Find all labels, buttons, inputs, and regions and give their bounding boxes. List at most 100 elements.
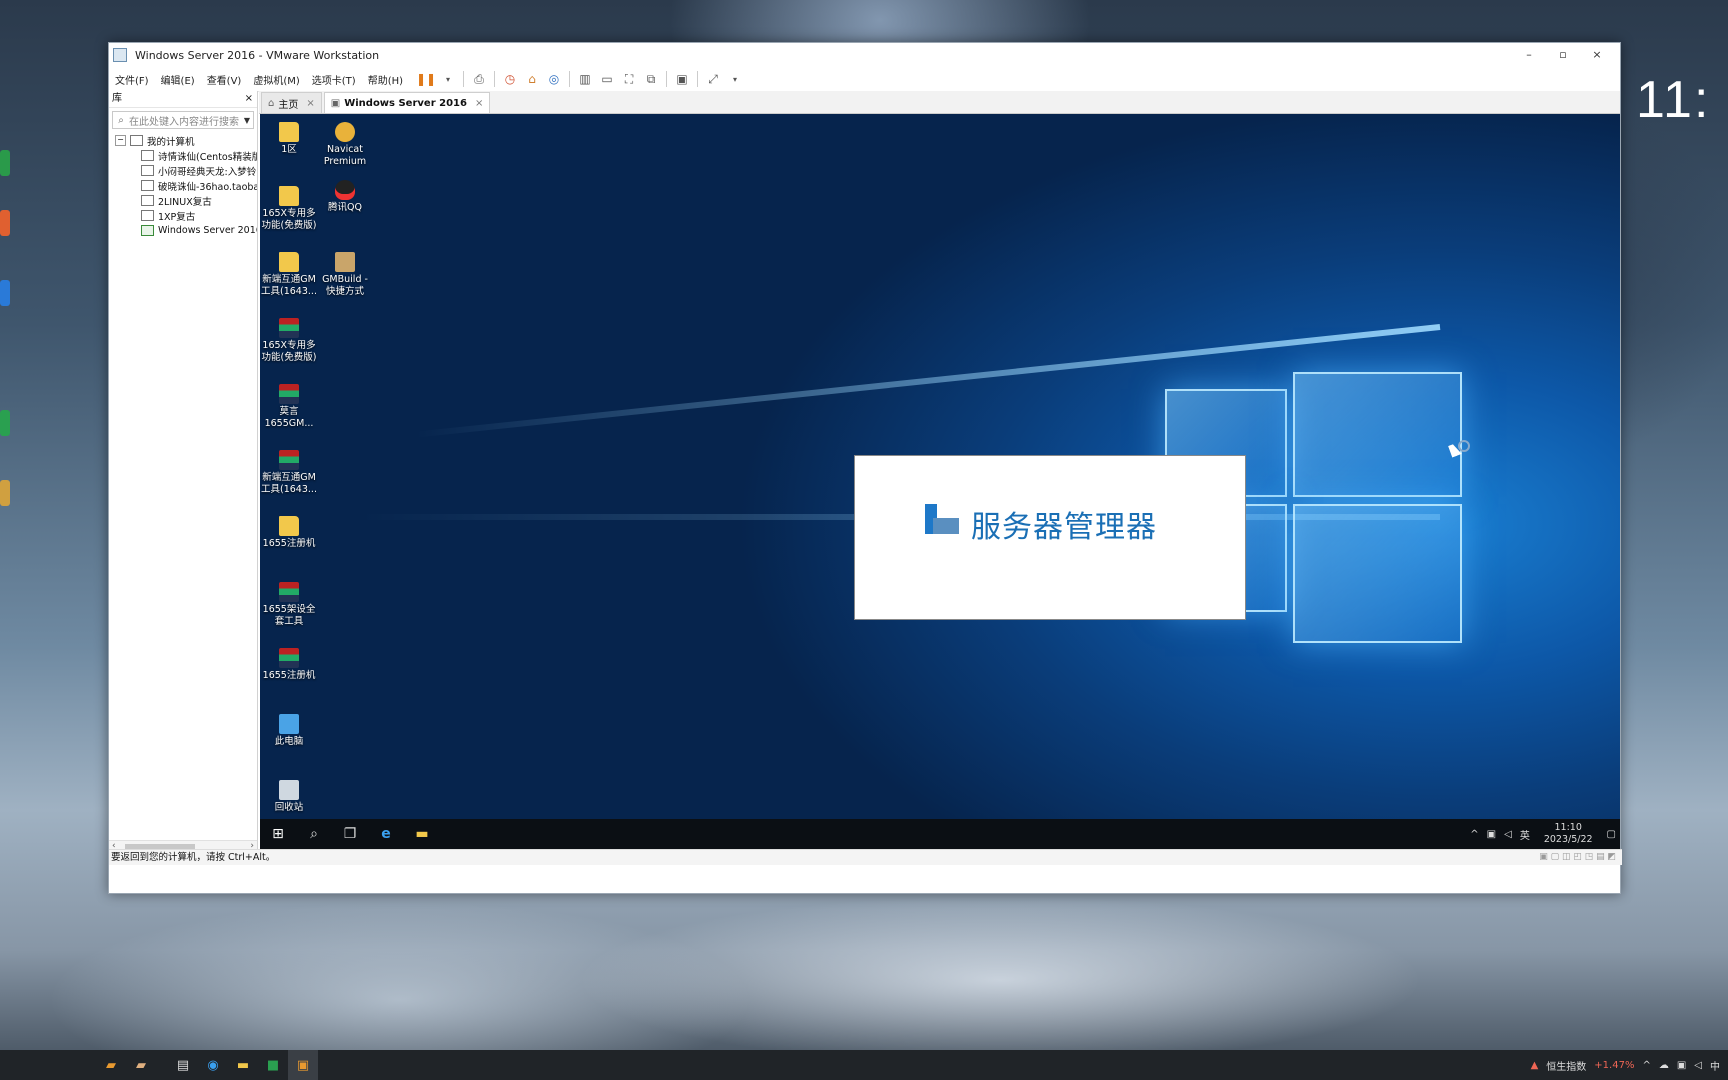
stretch-view-icon[interactable]: ⤢ [703, 69, 723, 89]
winrar-archive-icon [279, 384, 299, 404]
tree-item-vm[interactable]: 诗情诛仙(Centos精装版 [109, 148, 257, 163]
volume-icon[interactable]: ◁ [1504, 829, 1512, 840]
action-center-icon[interactable]: ▢ [1607, 829, 1616, 840]
tree-item-vm[interactable]: 破晓诛仙-36hao.taoba [109, 178, 257, 193]
file-explorer-icon[interactable]: ▬ [228, 1050, 258, 1080]
menu-vm[interactable]: 虚拟机(M) [247, 72, 305, 87]
library-search[interactable]: ⌕ 在此处键入内容进行搜索 ▼ [112, 111, 254, 129]
desktop-icon-folder[interactable]: 新端互通GM工具(1643... [260, 252, 318, 298]
desktop-icon-archive[interactable]: 莫言 1655GM... [260, 384, 318, 430]
maximize-button[interactable]: ▫ [1546, 43, 1580, 67]
vm-icon: ▣ [330, 97, 341, 109]
volume-icon[interactable]: ◁ [1694, 1060, 1702, 1071]
host-taskbar: ▰ ▰ ▤ ◉ ▬ ■ ▣ ▲ 恒生指数 +1.47% ^ ☁ ▣ ◁ 中 [0, 1050, 1728, 1080]
ime-indicator[interactable]: 英 [1520, 827, 1530, 842]
host-app-icon[interactable]: ▰ [126, 1050, 156, 1080]
tree-root[interactable]: − 我的计算机 [109, 133, 257, 148]
send-ctrl-alt-del-icon[interactable]: ⎙ [469, 69, 489, 89]
desktop-icon-archive[interactable]: 1655架设全套工具 [260, 582, 318, 628]
revert-snapshot-icon[interactable]: ⌂ [522, 69, 542, 89]
device-status-icons[interactable]: ▣ ▢ ◫ ◰ ◳ ▤ ◩ [1539, 850, 1616, 865]
desktop-icon-archive[interactable]: 165X专用多功能(免费版) [260, 318, 318, 364]
tree-item-vm[interactable]: 2LINUX复古 [109, 193, 257, 208]
collapse-icon[interactable]: − [115, 135, 126, 146]
close-button[interactable]: × [1580, 43, 1614, 67]
windows-start-icon[interactable]: ⊞ [260, 819, 296, 849]
tree-item-vm[interactable]: 1XP复古 [109, 208, 257, 223]
chevron-down-icon[interactable]: ▼ [241, 116, 253, 125]
pause-icon[interactable]: ❚❚ [416, 69, 436, 89]
internet-explorer-icon[interactable]: e [368, 819, 404, 849]
host-app-icon[interactable]: ▰ [96, 1050, 126, 1080]
menu-edit[interactable]: 编辑(E) [155, 72, 201, 87]
host-edge-icon[interactable] [0, 410, 10, 436]
host-app-icon[interactable]: ■ [258, 1050, 288, 1080]
desktop-icon-archive[interactable]: 1655注册机 [260, 648, 318, 682]
unity-icon[interactable]: ⧉ [641, 69, 661, 89]
desktop-icon-recycle-bin[interactable]: 回收站 [260, 780, 318, 814]
thumbnail-bar-icon[interactable]: ▭ [597, 69, 617, 89]
edge-browser-icon[interactable]: ◉ [198, 1050, 228, 1080]
library-panel: 库 × ⌕ 在此处键入内容进行搜索 ▼ − 我的计算机 诗情诛仙(Centos精… [109, 91, 258, 855]
chevron-up-icon[interactable]: ^ [1642, 1060, 1650, 1071]
search-icon[interactable]: ⌕ [296, 819, 332, 849]
file-explorer-icon[interactable]: ▬ [404, 819, 440, 849]
dropdown-icon[interactable]: ▾ [438, 69, 458, 89]
dropdown-icon[interactable]: ▾ [725, 69, 745, 89]
desktop-icon-label: 1655注册机 [262, 670, 316, 681]
snapshot-icon[interactable]: ◷ [500, 69, 520, 89]
folder-icon [279, 516, 299, 536]
library-close-button[interactable]: × [245, 91, 253, 107]
host-edge-icon[interactable] [0, 210, 10, 236]
host-edge-icon[interactable] [0, 480, 10, 506]
host-desktop-icons-edge [0, 30, 14, 570]
host-edge-icon[interactable] [0, 150, 10, 176]
menu-help[interactable]: 帮助(H) [362, 72, 409, 87]
desktop-icon-navicat[interactable]: Navicat Premium [316, 122, 374, 168]
tab-label: 主页 [278, 99, 299, 111]
tab-home[interactable]: ⌂ 主页 × [261, 92, 322, 113]
vmware-taskbar-icon[interactable]: ▣ [288, 1050, 318, 1080]
tab-windows-server-2016[interactable]: ▣ Windows Server 2016 × [323, 92, 491, 113]
desktop-icon-gmbuild[interactable]: GMBuild - 快捷方式 [316, 252, 374, 298]
minimize-button[interactable]: – [1512, 43, 1546, 67]
tree-item-vm[interactable]: 小闷哥经典天龙:入梦铃 [109, 163, 257, 178]
folder-icon [279, 252, 299, 272]
task-view-icon[interactable]: ❐ [332, 819, 368, 849]
computer-icon [279, 714, 299, 734]
desktop-icon-archive[interactable]: 新端互通GM工具(1643... [260, 450, 318, 496]
desktop-icon-qq[interactable]: 腾讯QQ [316, 180, 374, 214]
guest-clock[interactable]: 11:10 2023/5/22 [1544, 822, 1593, 846]
desktop-icon-folder[interactable]: 1655注册机 [260, 516, 318, 550]
desktop-icon-label: 此电脑 [274, 736, 304, 747]
show-library-icon[interactable]: ▥ [575, 69, 595, 89]
ime-indicator[interactable]: 中 [1710, 1058, 1720, 1073]
desktop-icon-folder[interactable]: 165X专用多功能(免费版) [260, 186, 318, 232]
network-icon[interactable]: ▣ [1487, 829, 1496, 840]
network-icon[interactable]: ▣ [1677, 1060, 1686, 1071]
host-edge-icon[interactable] [0, 280, 10, 306]
console-view-icon[interactable]: ▣ [672, 69, 692, 89]
tab-close-icon[interactable]: × [306, 98, 314, 109]
toolbar-separator [463, 71, 465, 87]
tree-item-label: 小闷哥经典天龙:入梦铃 [158, 166, 257, 178]
tree-item-vm-running[interactable]: Windows Server 2016 [109, 223, 257, 238]
vm-guest-screen[interactable]: 1区 Navicat Premium 165X专用多功能(免费版) 腾讯QQ 新… [260, 114, 1620, 849]
tree-item-label: 1XP复古 [158, 211, 196, 223]
stock-chart-icon[interactable]: ▲ [1531, 1060, 1539, 1071]
menu-file[interactable]: 文件(F) [109, 72, 155, 87]
chevron-up-icon[interactable]: ^ [1470, 829, 1478, 840]
tab-close-icon[interactable]: × [475, 98, 483, 109]
desktop-icon-label: 莫言 1655GM... [264, 406, 314, 429]
task-view-icon[interactable]: ▤ [168, 1050, 198, 1080]
cloud-icon[interactable]: ☁ [1659, 1060, 1669, 1071]
menu-tabs[interactable]: 选项卡(T) [306, 72, 362, 87]
home-icon: ⌂ [268, 97, 275, 109]
full-screen-icon[interactable]: ⛶ [619, 69, 639, 89]
snapshot-manager-icon[interactable]: ◎ [544, 69, 564, 89]
desktop-icon-this-pc[interactable]: 此电脑 [260, 714, 318, 748]
desktop-icon-folder[interactable]: 1区 [260, 122, 318, 156]
window-titlebar[interactable]: Windows Server 2016 - VMware Workstation… [109, 43, 1620, 67]
stock-name[interactable]: 恒生指数 [1546, 1058, 1586, 1073]
menu-view[interactable]: 查看(V) [201, 72, 248, 87]
